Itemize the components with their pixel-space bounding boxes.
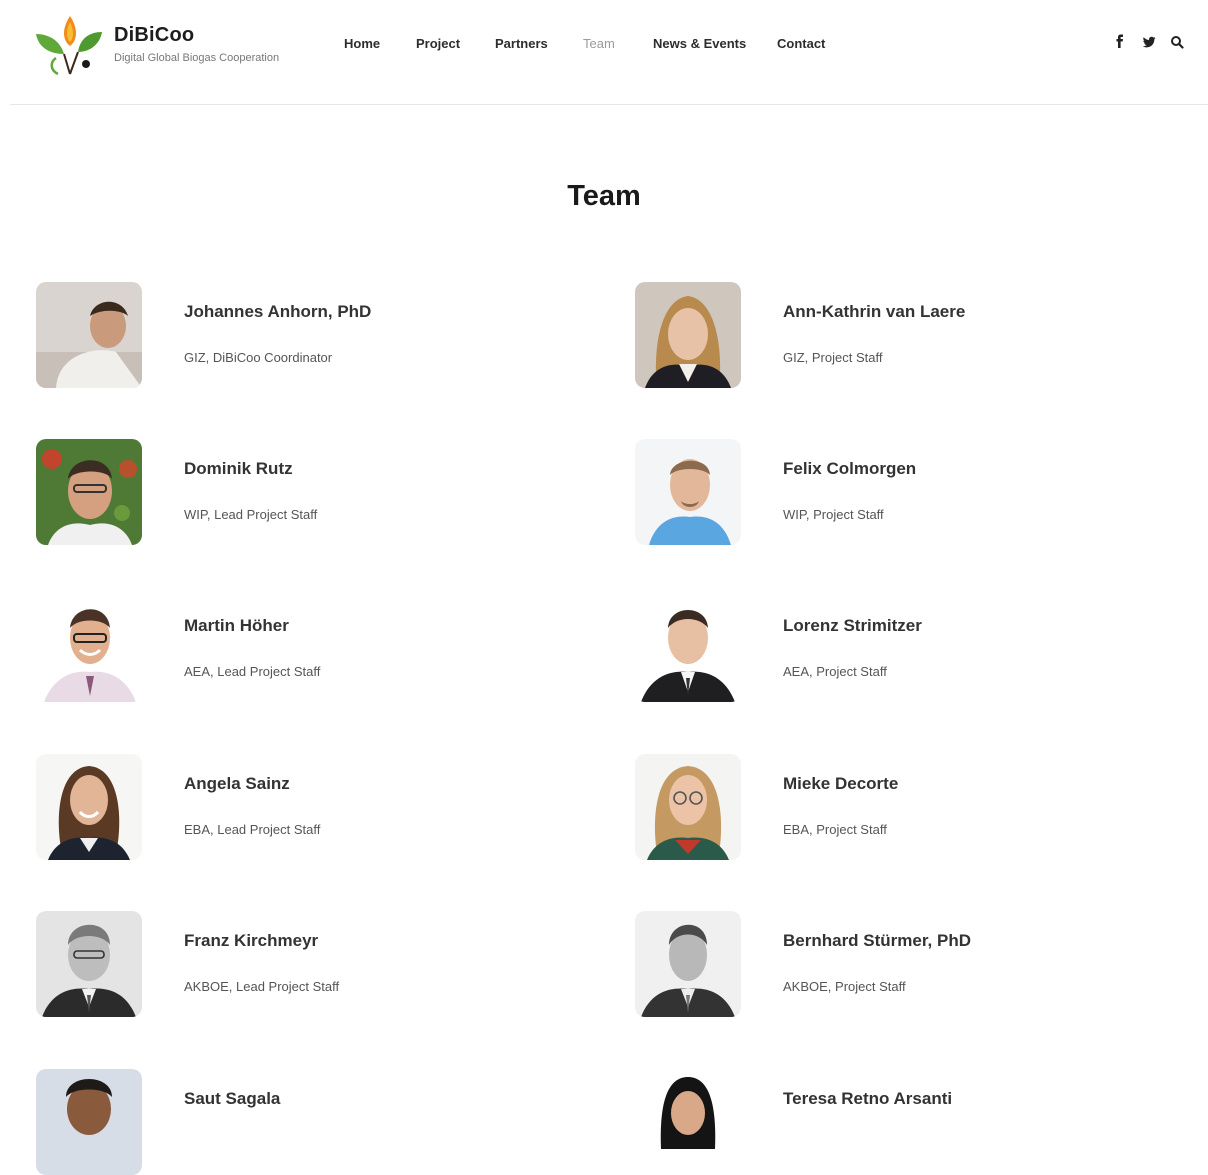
team-member: Teresa Retno Arsanti <box>635 1069 1175 1175</box>
member-role: AEA, Project Staff <box>783 664 887 679</box>
member-role: WIP, Project Staff <box>783 507 884 522</box>
member-name: Felix Colmorgen <box>783 459 917 478</box>
member-photo <box>635 1069 741 1175</box>
team-member: Franz Kirchmeyr AKBOE, Lead Project Staf… <box>36 911 576 1017</box>
team-member: Mieke Decorte EBA, Project Staff <box>635 754 1175 860</box>
team-member: Lorenz Strimitzer AEA, Project Staff <box>635 596 1175 702</box>
member-photo <box>635 439 741 545</box>
member-photo <box>36 439 142 545</box>
dibicoo-logo[interactable] <box>34 10 104 78</box>
member-role: AKBOE, Lead Project Staff <box>184 979 340 994</box>
team-member: Dominik Rutz WIP, Lead Project Staff <box>36 439 576 545</box>
nav-contact[interactable]: Contact <box>777 36 825 51</box>
member-role: AKBOE, Project Staff <box>783 979 906 994</box>
team-member: Bernhard Stürmer, PhD AKBOE, Project Sta… <box>635 911 1175 1017</box>
member-name: Franz Kirchmeyr <box>184 931 319 950</box>
twitter-icon[interactable] <box>1142 34 1156 50</box>
team-member: Saut Sagala <box>36 1069 576 1175</box>
header-divider <box>10 104 1208 105</box>
team-member: Martin Höher AEA, Lead Project Staff <box>36 596 576 702</box>
team-member: Felix Colmorgen WIP, Project Staff <box>635 439 1175 545</box>
member-photo <box>36 1069 142 1175</box>
member-photo <box>36 596 142 702</box>
member-role: GIZ, Project Staff <box>783 350 883 365</box>
member-name: Johannes Anhorn, PhD <box>184 302 372 321</box>
member-name: Bernhard Stürmer, PhD <box>783 931 971 950</box>
team-member: Johannes Anhorn, PhD GIZ, DiBiCoo Coordi… <box>36 282 576 388</box>
nav-home[interactable]: Home <box>344 36 380 51</box>
member-photo <box>36 282 142 388</box>
member-photo <box>36 754 142 860</box>
member-name: Martin Höher <box>184 616 289 635</box>
member-role: EBA, Project Staff <box>783 822 887 837</box>
team-member: Angela Sainz EBA, Lead Project Staff <box>36 754 576 860</box>
facebook-icon[interactable] <box>1113 34 1127 50</box>
member-photo <box>635 596 741 702</box>
nav-project[interactable]: Project <box>416 36 460 51</box>
member-name: Angela Sainz <box>184 774 290 793</box>
member-photo <box>36 911 142 1017</box>
nav-partners[interactable]: Partners <box>495 36 548 51</box>
brand-name[interactable]: DiBiCoo <box>114 24 194 47</box>
member-name: Teresa Retno Arsanti <box>783 1089 953 1108</box>
page-title: Team <box>567 180 641 212</box>
member-role: GIZ, DiBiCoo Coordinator <box>184 350 333 365</box>
member-name: Mieke Decorte <box>783 774 899 793</box>
member-photo <box>635 754 741 860</box>
nav-team[interactable]: Team <box>583 36 615 51</box>
search-icon[interactable] <box>1170 34 1184 50</box>
team-member: Ann-Kathrin van Laere GIZ, Project Staff <box>635 282 1175 388</box>
site-header: DiBiCoo Digital Global Biogas Cooperatio… <box>0 0 1208 104</box>
member-name: Lorenz Strimitzer <box>783 616 922 635</box>
brand-tagline: Digital Global Biogas Cooperation <box>114 52 280 64</box>
nav-news-events[interactable]: News & Events <box>653 36 746 51</box>
member-name: Ann-Kathrin van Laere <box>783 302 966 321</box>
member-role: AEA, Lead Project Staff <box>184 664 321 679</box>
member-role: WIP, Lead Project Staff <box>184 507 318 522</box>
member-role: EBA, Lead Project Staff <box>184 822 321 837</box>
member-photo <box>635 911 741 1017</box>
member-photo <box>635 282 741 388</box>
member-name: Saut Sagala <box>184 1089 281 1108</box>
member-name: Dominik Rutz <box>184 459 293 478</box>
